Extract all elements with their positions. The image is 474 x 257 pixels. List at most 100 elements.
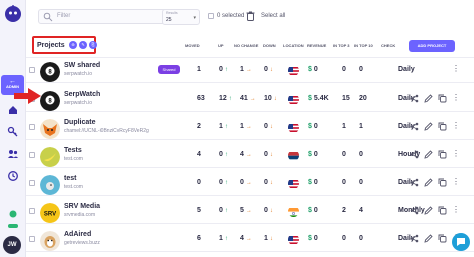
page-title: Projects	[37, 42, 65, 49]
results-label: Results	[166, 11, 178, 15]
project-url: getreviews.buzz	[64, 240, 100, 246]
search-icon	[43, 12, 53, 22]
down-value: 1 ↓	[264, 235, 273, 242]
results-per-page-select[interactable]: Results 25 ▾	[162, 9, 200, 25]
select-checkbox[interactable]	[208, 13, 214, 19]
top10-value: 0	[359, 235, 363, 242]
row-checkbox[interactable]	[29, 152, 35, 158]
revenue-value: $ 0	[308, 207, 318, 214]
row-checkbox[interactable]	[29, 208, 35, 214]
monitor-icon[interactable]	[7, 208, 19, 220]
edit-icon[interactable]	[424, 122, 433, 131]
location-flag-icon	[288, 234, 299, 245]
top3-value: 0	[342, 151, 346, 158]
revenue-value: $ 0	[308, 151, 318, 158]
more-options-icon[interactable]: ⋮	[452, 177, 460, 186]
copy-icon[interactable]	[438, 206, 447, 215]
table-row[interactable]: AdAired getreviews.buzz 6 1 ↑ 4 → 1 ↓ $ 0 0 0 Dai…	[26, 225, 474, 252]
more-options-icon[interactable]: ⋮	[452, 121, 460, 130]
row-checkbox[interactable]	[29, 236, 35, 242]
settings-toggle-icon[interactable]	[7, 220, 19, 232]
search-input[interactable]: Filter	[38, 9, 180, 24]
project-favicon	[40, 231, 60, 251]
col-check: CHECK	[381, 43, 396, 48]
copy-icon[interactable]	[438, 178, 447, 187]
arrow-down-icon: ↓	[273, 96, 277, 102]
annotation-arrow-icon	[14, 88, 41, 104]
share-icon[interactable]	[410, 94, 419, 103]
moved-value: 6	[197, 235, 201, 242]
top3-value: 2	[342, 207, 346, 214]
col-revenue: REVENUE	[307, 43, 327, 48]
share-icon[interactable]: ⊕	[69, 41, 77, 49]
history-icon[interactable]	[7, 170, 19, 182]
more-options-icon[interactable]: ⋮	[452, 93, 460, 102]
home-icon[interactable]	[7, 104, 19, 116]
more-options-icon[interactable]: ⋮	[452, 149, 460, 158]
project-favicon: SRV	[40, 203, 60, 223]
project-name[interactable]: SerpWatch	[64, 91, 100, 98]
copy-icon[interactable]	[438, 122, 447, 131]
down-value: 0 ↓	[264, 179, 273, 186]
copy-icon[interactable]	[438, 94, 447, 103]
user-avatar[interactable]: JW	[3, 236, 21, 254]
project-name[interactable]: Tests	[64, 147, 82, 154]
chat-widget-button[interactable]	[452, 233, 470, 251]
project-name[interactable]: AdAired	[64, 231, 91, 238]
nochange-value: 41 →	[240, 95, 256, 102]
revenue-value: $ 0	[308, 179, 318, 186]
arrow-right-icon: →	[245, 152, 252, 158]
arrow-right-icon: →	[245, 124, 252, 130]
row-checkbox[interactable]	[29, 124, 35, 130]
robot-logo-icon[interactable]	[4, 5, 22, 23]
table-row[interactable]: test test.com 0 0 ↑ 0 → 0 ↓ $ 0 0 0 Daily ⋮	[26, 169, 474, 196]
edit-icon[interactable]	[424, 206, 433, 215]
revenue-value: $ 0	[308, 66, 318, 73]
edit-icon[interactable]	[424, 178, 433, 187]
project-name[interactable]: Duplicate	[64, 119, 96, 126]
chat-icon	[457, 238, 465, 246]
edit-icon[interactable]	[424, 234, 433, 243]
project-name[interactable]: SW shared	[64, 62, 100, 69]
select-all-link[interactable]: Select all	[261, 13, 285, 19]
table-row[interactable]: Duplicate chamel://UCNL-i0BnziCvRcyF8VeR2…	[26, 113, 474, 140]
up-value: 12 ↑	[219, 95, 232, 102]
row-checkbox[interactable]	[29, 180, 35, 186]
row-checkbox[interactable]	[29, 67, 35, 73]
add-project-button[interactable]: ADD PROJECT	[409, 40, 455, 52]
project-name[interactable]: test	[64, 175, 76, 182]
copy-icon[interactable]: ⎘	[89, 41, 97, 49]
table-row[interactable]: 8 SerpWatch serpwatch.io 63 12 ↑ 41 → 10 ↓ $ 5.…	[26, 85, 474, 112]
arrow-up-icon: ↑	[224, 236, 228, 242]
edit-icon[interactable]	[424, 94, 433, 103]
projects-title-highlight: Projects ⊕ ✎ ⎘	[32, 36, 97, 54]
share-icon[interactable]	[410, 150, 419, 159]
copy-icon[interactable]	[438, 150, 447, 159]
copy-icon[interactable]	[438, 234, 447, 243]
up-value: 1 ↑	[219, 123, 228, 130]
revenue-value: $ 0	[308, 123, 318, 130]
edit-icon[interactable]: ✎	[79, 41, 87, 49]
users-icon[interactable]	[7, 148, 19, 160]
table-row[interactable]: SRVSRV Mediasrvmedia.com50 ↑5 →0 ↓$ 024M…	[26, 197, 474, 224]
trash-icon[interactable]	[246, 11, 255, 21]
arrow-up-icon: ↑	[224, 208, 228, 214]
project-favicon: 8	[40, 91, 60, 111]
share-icon[interactable]	[410, 178, 419, 187]
toolbar: Filter Results 25 ▾ 0 selected Select al…	[26, 0, 474, 30]
share-icon[interactable]	[410, 122, 419, 131]
table-row[interactable]: Tests test.com 4 0 ↑ 4 → 0 ↓ $ 0 0 0 Hourly ⋮	[26, 141, 474, 168]
project-name[interactable]: SRV Media	[64, 203, 100, 210]
down-value: 10 ↓	[264, 95, 277, 102]
share-icon[interactable]	[410, 234, 419, 243]
moved-value: 63	[197, 95, 205, 102]
share-icon[interactable]	[410, 206, 419, 215]
table-row[interactable]: 8 SW shared serpwatch.io Shared 1 0 ↑ 1 → 0 ↓ $ …	[26, 56, 474, 83]
moved-value: 2	[197, 123, 201, 130]
edit-icon[interactable]	[424, 150, 433, 159]
more-options-icon[interactable]: ⋮	[452, 64, 460, 73]
top10-value: 0	[359, 66, 363, 73]
arrow-right-icon: →	[249, 96, 256, 102]
key-icon[interactable]	[7, 126, 19, 138]
more-options-icon[interactable]: ⋮	[452, 205, 460, 214]
